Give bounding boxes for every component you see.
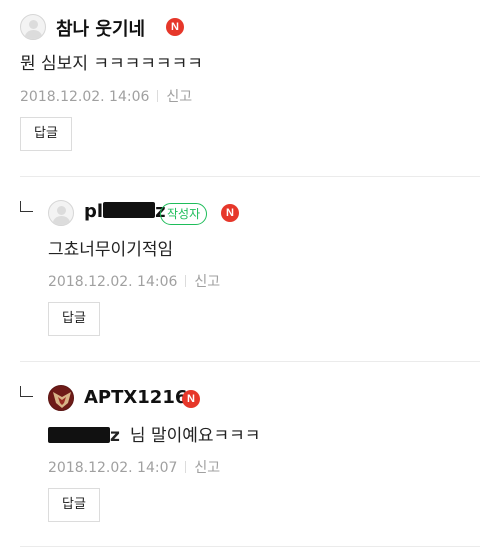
comment-date: 2018.12.02. 14:07 [48, 460, 178, 476]
reply-button[interactable]: 답글 [20, 117, 72, 151]
new-badge-icon: N [166, 18, 184, 36]
report-link[interactable]: 신고 [194, 460, 220, 476]
comment-nickname[interactable]: APTX1216 [84, 387, 187, 408]
meta-divider [185, 275, 187, 287]
comment-meta: 2018.12.02. 14:07 신고 [48, 457, 220, 477]
comment-reply-item: pl z 작성자 N 그쵸너무이기적임 2018.12.02. 14:06 신고 답… [0, 177, 500, 361]
reply-arrow-icon [20, 386, 33, 397]
comment-date: 2018.12.02. 14:06 [48, 274, 178, 290]
profile-picture-avatar[interactable] [48, 385, 74, 411]
nickname-visible-start: pl [84, 201, 104, 222]
avatar-head [29, 20, 38, 29]
comment-reply-item: APTX1216 N z 님 말이예요ㅋㅋㅋ 2018.12.02. 14:07 신… [0, 362, 500, 548]
reply-button[interactable]: 답글 [48, 302, 100, 336]
report-link[interactable]: 신고 [166, 89, 192, 105]
redacted-nickname-block [103, 202, 156, 218]
new-badge-icon: N [182, 390, 200, 408]
new-badge-icon: N [221, 204, 239, 222]
profile-picture-icon [49, 386, 73, 410]
redacted-mention-block [48, 427, 110, 443]
report-link[interactable]: 신고 [194, 274, 220, 290]
comment-body: 님 말이예요ㅋㅋㅋ [129, 426, 261, 446]
comment-text: 그쵸너무이기적임 [48, 240, 174, 260]
mentioned-user[interactable]: z [48, 426, 120, 446]
comment-item: 참나 웃기네 N 뭔 심보지 ㅋㅋㅋㅋㅋㅋㅋ 2018.12.02. 14:06… [0, 0, 500, 176]
avatar-shoulders [25, 30, 42, 39]
meta-divider [157, 90, 159, 102]
avatar-head [57, 206, 66, 215]
comment-meta: 2018.12.02. 14:06 신고 [48, 271, 220, 291]
reply-button[interactable]: 답글 [48, 488, 100, 522]
comment-text: 뭔 심보지 ㅋㅋㅋㅋㅋㅋㅋ [20, 54, 203, 74]
comment-nickname[interactable]: 참나 웃기네 [56, 15, 145, 41]
comment-date: 2018.12.02. 14:06 [20, 89, 150, 105]
default-avatar-icon[interactable] [48, 200, 74, 226]
reply-arrow-icon [20, 201, 33, 212]
mention-visible-end: z [110, 426, 120, 446]
comment-divider [20, 546, 480, 547]
comment-nickname[interactable]: pl z [84, 201, 166, 222]
avatar-shoulders [53, 216, 70, 225]
default-avatar-icon[interactable] [20, 14, 46, 40]
meta-divider [185, 461, 187, 473]
writer-badge: 작성자 [160, 203, 208, 225]
comment-text: z 님 말이예요ㅋㅋㅋ [48, 421, 260, 446]
comment-meta: 2018.12.02. 14:06 신고 [20, 86, 192, 106]
